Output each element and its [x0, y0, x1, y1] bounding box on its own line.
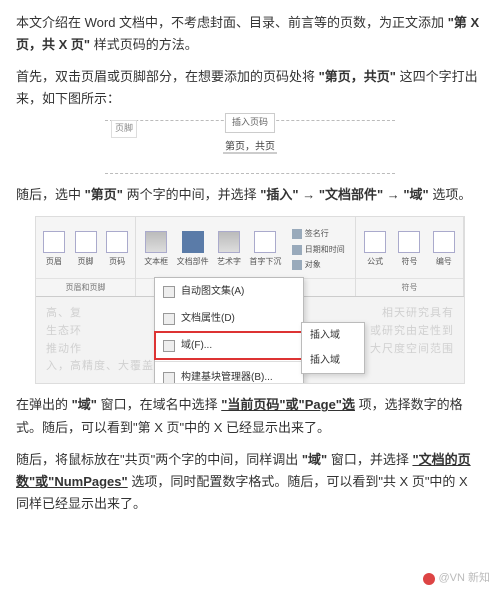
text: 本文介绍在 Word 文档中，不考虑封面、目录、前言等的页数，为正文添加 — [16, 15, 444, 30]
ribbon-group-header-footer: 页眉 页脚 页码 页眉和页脚 — [36, 217, 136, 296]
text: 在弹出的 — [16, 397, 68, 412]
submenu-item: 插入域 — [302, 323, 364, 348]
watermark-text: @VN 新知 — [438, 569, 490, 588]
dropcap-button[interactable]: 首字下沉 — [249, 231, 281, 269]
footer-editing-illustration: 页脚 插入页码 第页，共页 — [105, 120, 395, 174]
text: 窗口，并选择 — [331, 452, 409, 467]
bold-text: "域" — [403, 187, 428, 202]
paragraph-5: 随后，将鼠标放在"共页"两个字的中间，同样调出 "域" 窗口，并选择 "文档的页… — [16, 449, 484, 515]
footer-tag: 页脚 — [111, 120, 137, 137]
header-button[interactable]: 页眉 — [38, 231, 70, 269]
paragraph-1: 本文介绍在 Word 文档中，不考虑封面、目录、前言等的页数，为正文添加 "第 … — [16, 12, 484, 56]
submenu-item: 插入域 — [302, 348, 364, 373]
group-label: 页眉和页脚 — [36, 278, 135, 297]
autotext-icon — [163, 286, 175, 298]
bold-text: "第页，共页" — [319, 69, 396, 84]
bold-text: "插入" — [260, 187, 298, 202]
text: 两个字的中间，并选择 — [127, 187, 257, 202]
arrow: → — [387, 187, 400, 202]
footer-button[interactable]: 页脚 — [70, 231, 102, 269]
paragraph-4: 在弹出的 "域" 窗口，在域名中选择 "当前页码"或"Page"选 项，选择数字… — [16, 394, 484, 438]
text: 样式页码的方法。 — [94, 37, 198, 52]
word-ribbon-illustration: 页眉 页脚 页码 页眉和页脚 文本框 文档部件 艺术字 首字下沉 签名行 日期和… — [35, 216, 465, 384]
field-submenu-tooltip: 插入域 插入域 — [301, 322, 365, 374]
group-label: 符号 — [356, 278, 463, 297]
bold-underline-text: "当前页码"或"Page"选 — [221, 397, 355, 412]
footer-content: 第页，共页 — [223, 139, 277, 156]
text: 首先，双击页眉或页脚部分，在想要添加的页码处将 — [16, 69, 315, 84]
date-time-button[interactable]: 日期和时间 — [292, 243, 345, 257]
doc-property-item[interactable]: 文档属性(D) — [155, 305, 303, 332]
equation-button[interactable]: 公式 — [359, 231, 391, 269]
building-blocks-item[interactable]: 构建基块管理器(B)... — [155, 364, 303, 384]
object-button[interactable]: 对象 — [292, 258, 345, 272]
text: 窗口，在域名中选择 — [101, 397, 218, 412]
blocks-icon — [163, 372, 175, 384]
autotext-item[interactable]: 自动图文集(A) — [155, 278, 303, 305]
text: 随后，将鼠标放在"共页"两个字的中间，同样调出 — [16, 452, 298, 467]
paragraph-2: 首先，双击页眉或页脚部分，在想要添加的页码处将 "第页，共页" 这四个字打出来，… — [16, 66, 484, 110]
page-number-button[interactable]: 页码 — [101, 231, 133, 269]
field-item[interactable]: 域(F)... — [155, 332, 303, 359]
quick-parts-dropdown: 自动图文集(A) 文档属性(D) 域(F)... 构建基块管理器(B)... 将… — [154, 277, 304, 384]
symbol-button[interactable]: 符号 — [393, 231, 425, 269]
ribbon-group-symbols: 公式 符号 编号 符号 — [356, 217, 464, 296]
bold-text: "域" — [72, 397, 97, 412]
bold-text: "第页" — [85, 187, 123, 202]
quick-parts-button[interactable]: 文档部件 — [177, 231, 209, 269]
wordart-button[interactable]: 艺术字 — [213, 231, 245, 269]
bold-text: "文档部件" — [319, 187, 383, 202]
field-icon — [163, 340, 175, 352]
property-icon — [163, 313, 175, 325]
insert-page-number-label: 插入页码 — [225, 113, 275, 132]
number-button[interactable]: 编号 — [428, 231, 460, 269]
watermark: @VN 新知 — [423, 569, 490, 588]
text: 选项。 — [432, 187, 471, 202]
watermark-icon — [423, 573, 435, 585]
signature-line-button[interactable]: 签名行 — [292, 227, 345, 241]
text: 随后，选中 — [16, 187, 81, 202]
bold-text: "域" — [302, 452, 327, 467]
textbox-button[interactable]: 文本框 — [140, 231, 172, 269]
separator — [155, 361, 303, 362]
paragraph-3: 随后，选中 "第页" 两个字的中间，并选择 "插入" → "文档部件" → "域… — [16, 184, 484, 206]
arrow: → — [302, 187, 315, 202]
